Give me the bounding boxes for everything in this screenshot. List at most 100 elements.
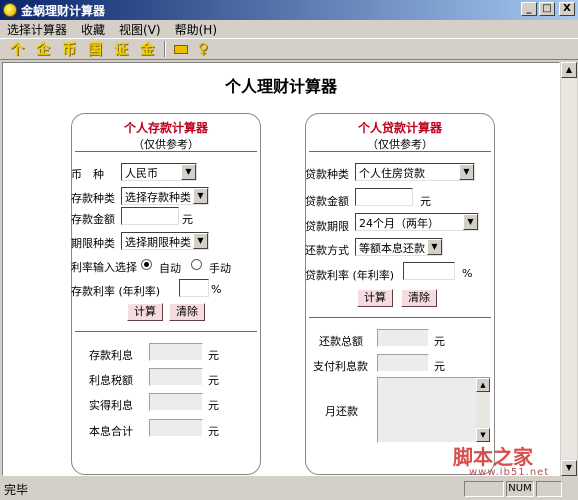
loan-term-select[interactable]: 24个月（两年） ▼ — [355, 213, 479, 231]
status-panel-scroll — [536, 481, 562, 497]
chevron-down-icon[interactable]: ▼ — [463, 214, 478, 230]
scroll-down-icon[interactable]: ▼ — [561, 460, 577, 476]
status-text: 完毕 — [4, 482, 29, 497]
loan-type-select[interactable]: 个人住房贷款 ▼ — [355, 163, 475, 181]
loan-term-label: 贷款期限 — [305, 220, 349, 233]
interest-paid-label: 支付利息款 — [313, 360, 368, 373]
principal-interest-total-label: 本息合计 — [89, 425, 133, 438]
menu-select-calculator[interactable]: 选择计算器 — [0, 21, 74, 38]
repayment-method-label: 还款方式 — [305, 244, 349, 257]
toolbar-currency-button[interactable]: 币 — [62, 39, 76, 59]
toolbar-enterprise-button[interactable]: 企 — [36, 39, 50, 59]
currency-select[interactable]: 人民币 ▼ — [121, 163, 197, 181]
scroll-up-icon[interactable]: ▲ — [561, 62, 577, 78]
deposit-rate-label: 存款利率 (年利率) — [71, 285, 161, 298]
menu-view[interactable]: 视图(V) — [112, 21, 168, 38]
term-type-select[interactable]: 选择期限种类 ▼ — [121, 232, 209, 250]
toolbar-fund-button[interactable]: 金 — [140, 39, 154, 59]
loan-type-select-value: 个人住房贷款 — [359, 167, 425, 180]
toolbar-securities-button[interactable]: 证 — [114, 39, 128, 59]
loan-rate-unit: % — [462, 267, 473, 280]
scroll-up-icon[interactable]: ▲ — [476, 378, 490, 392]
interest-tax-unit: 元 — [208, 374, 219, 387]
interest-paid-output — [377, 354, 429, 372]
deposit-interest-output — [149, 343, 203, 361]
chevron-down-icon[interactable]: ▼ — [459, 164, 474, 180]
deposit-calculate-button[interactable]: 计算 — [127, 303, 163, 321]
net-interest-unit: 元 — [208, 399, 219, 412]
chevron-down-icon[interactable]: ▼ — [427, 239, 442, 255]
loan-type-label: 贷款种类 — [305, 168, 349, 181]
repayment-total-unit: 元 — [434, 335, 445, 348]
close-button[interactable]: X — [559, 2, 575, 16]
key-icon[interactable]: ♀ — [195, 41, 211, 57]
repayment-method-select[interactable]: 等额本息还款 ▼ — [355, 238, 443, 256]
minimize-button[interactable]: _ — [521, 2, 537, 16]
chevron-down-icon[interactable]: ▼ — [181, 164, 196, 180]
title-bar[interactable]: 金蜗理财计算器 _ □ X — [0, 0, 578, 20]
chevron-down-icon[interactable]: ▼ — [193, 233, 208, 249]
scroll-down-icon[interactable]: ▼ — [476, 428, 490, 442]
menu-favorites[interactable]: 收藏 — [74, 21, 112, 38]
toolbar: 个 企 币 国 证 金 ♀ — [0, 38, 578, 60]
monthly-payment-label: 月还款 — [325, 405, 358, 418]
rate-mode-auto-radio[interactable] — [141, 259, 152, 270]
maximize-button[interactable]: □ — [539, 2, 555, 16]
monthly-payment-output[interactable]: ▲ ▼ — [377, 377, 491, 443]
app-icon — [3, 3, 17, 17]
deposit-type-select[interactable]: 选择存款种类 ▼ — [121, 187, 209, 205]
interest-paid-unit: 元 — [434, 360, 445, 373]
deposit-rate-input[interactable] — [179, 279, 209, 297]
window-title: 金蜗理财计算器 — [21, 3, 106, 18]
toolbar-separator — [164, 41, 166, 57]
deposit-clear-button[interactable]: 清除 — [169, 303, 205, 321]
site-watermark: 脚本之家 — [453, 445, 533, 469]
loan-header-divider — [309, 151, 491, 152]
loan-amount-label: 贷款金额 — [305, 195, 349, 208]
deposit-interest-label: 存款利息 — [89, 349, 133, 362]
term-type-select-value: 选择期限种类 — [125, 236, 191, 249]
page-title: 个人理财计算器 — [224, 77, 337, 96]
status-num-indicator: NUM — [506, 481, 534, 497]
loan-results-divider — [309, 317, 491, 318]
deposit-results-divider — [75, 331, 257, 332]
repayment-total-output — [377, 329, 429, 347]
deposit-type-select-value: 选择存款种类 — [125, 191, 191, 204]
currency-select-value: 人民币 — [125, 167, 158, 180]
loan-term-select-value: 24个月（两年） — [359, 217, 439, 230]
deposit-rate-unit: % — [211, 283, 222, 296]
deposit-panel-header: 个人存款计算器 （仅供参考） — [71, 119, 261, 152]
loan-panel-subtitle: （仅供参考） — [367, 138, 433, 151]
toolbar-personal-button[interactable]: 个 — [10, 39, 24, 59]
status-panel-blank — [464, 481, 504, 497]
deposit-amount-input[interactable] — [121, 207, 179, 225]
deposit-amount-unit: 元 — [182, 213, 193, 226]
deposit-header-divider — [75, 151, 257, 152]
loan-amount-input[interactable] — [355, 188, 413, 206]
loan-calculate-button[interactable]: 计算 — [357, 289, 393, 307]
loan-clear-button[interactable]: 清除 — [401, 289, 437, 307]
loan-panel-header: 个人贷款计算器 （仅供参考） — [305, 119, 495, 152]
status-bar: 完毕 NUM — [0, 478, 578, 500]
calculator-view: 个人理财计算器 个人存款计算器 （仅供参考） 币 种 人民币 ▼ 存款种类 选择… — [2, 62, 560, 476]
rate-mode-manual-radio[interactable] — [191, 259, 202, 270]
loan-rate-input[interactable] — [403, 262, 455, 280]
printer-icon[interactable] — [173, 42, 189, 56]
repayment-total-label: 还款总额 — [319, 335, 363, 348]
rate-mode-manual-label[interactable]: 手动 — [209, 260, 231, 276]
repayment-method-select-value: 等额本息还款 — [359, 242, 425, 255]
principal-interest-total-output — [149, 419, 203, 437]
menu-bar: 选择计算器 收藏 视图(V) 帮助(H) — [0, 20, 578, 38]
chevron-down-icon[interactable]: ▼ — [193, 188, 208, 204]
menu-help[interactable]: 帮助(H) — [168, 21, 224, 38]
loan-panel-title: 个人贷款计算器 — [357, 121, 442, 135]
net-interest-output — [149, 393, 203, 411]
main-vertical-scrollbar[interactable]: ▲ ▼ — [561, 62, 577, 476]
toolbar-bond-button[interactable]: 国 — [88, 39, 102, 59]
term-type-label: 期限种类 — [71, 237, 115, 250]
monthly-payment-scrollbar[interactable]: ▲ ▼ — [476, 378, 490, 442]
rate-mode-auto-label[interactable]: 自动 — [159, 260, 181, 276]
net-interest-label: 实得利息 — [89, 399, 133, 412]
principal-interest-total-unit: 元 — [208, 425, 219, 438]
interest-tax-label: 利息税额 — [89, 374, 133, 387]
